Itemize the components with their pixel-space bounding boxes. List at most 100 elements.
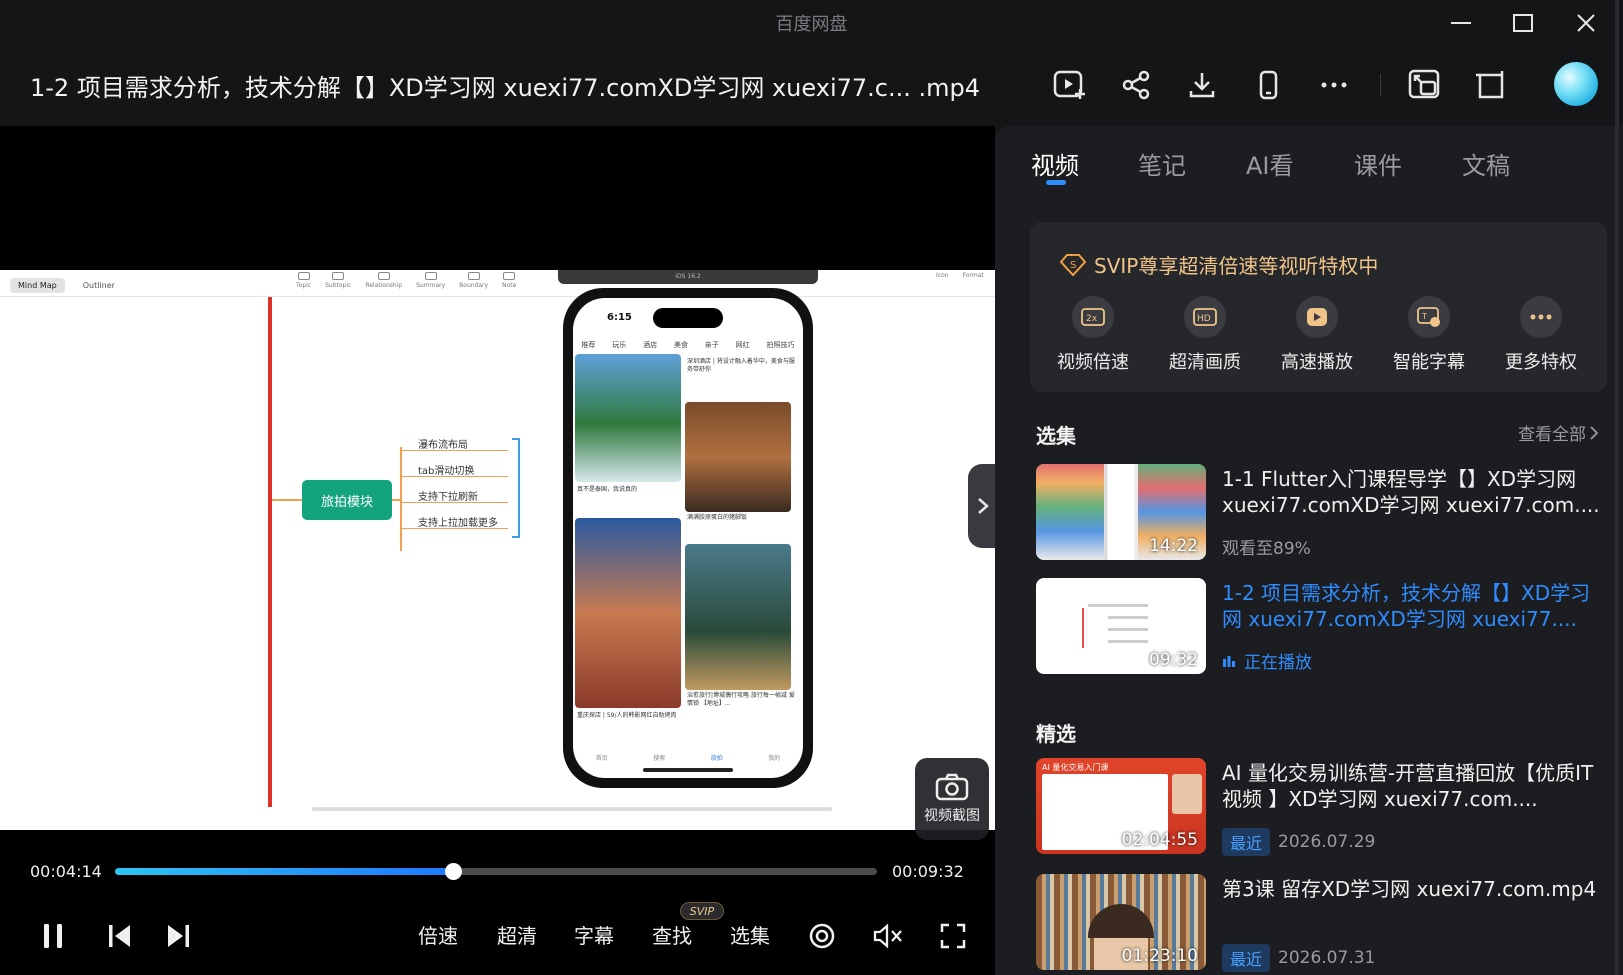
more-icon — [1520, 296, 1562, 338]
perk-hd[interactable]: HD 超清画质 — [1160, 296, 1250, 374]
pause-button[interactable] — [31, 914, 75, 958]
send-to-phone-button[interactable] — [1245, 62, 1291, 108]
tab-courseware[interactable]: 课件 — [1354, 146, 1402, 181]
connector — [272, 499, 302, 501]
hd-icon: HD — [1184, 296, 1226, 338]
screenshot-button[interactable]: 视频截图 — [915, 758, 989, 840]
mini-window-button[interactable] — [1468, 62, 1514, 108]
mindmap-tool: Relationship — [365, 272, 402, 289]
panel-scrollbar[interactable] — [1615, 0, 1619, 975]
phone-tab: 网红 — [735, 341, 750, 349]
maximize-icon — [1513, 14, 1533, 32]
recent-badge: 最近 — [1222, 828, 1271, 856]
mindmap-leaf: tab滑动切换 — [418, 466, 475, 477]
tab-notes[interactable]: 笔记 — [1138, 146, 1186, 181]
speed-button[interactable]: 倍速 — [418, 920, 458, 949]
mindmap-main-node: 旅拍模块 — [302, 480, 392, 520]
perk-ai-subtitle[interactable]: T 智能字幕 — [1384, 296, 1474, 374]
quality-button[interactable]: 超清 — [497, 920, 537, 949]
speed-2x-icon: 2x — [1072, 296, 1114, 338]
recent-badge: 最近 — [1222, 944, 1271, 972]
floating-play-button[interactable] — [1047, 62, 1093, 108]
tab-ai-view[interactable]: AI看 — [1246, 146, 1294, 181]
user-avatar[interactable] — [1554, 62, 1598, 106]
tab-video[interactable]: 视频 — [1031, 146, 1079, 181]
maximize-button[interactable] — [1492, 0, 1554, 46]
episode-item-current[interactable]: 09:32 1-2 项目需求分析，技术分解【】XD学习网 xuexi77.com… — [1036, 578, 1606, 676]
feed-image — [575, 354, 681, 482]
skip-next-icon — [168, 925, 189, 947]
more-button[interactable] — [1311, 62, 1357, 108]
more-icon — [1321, 82, 1347, 88]
thumbnail-caption: AI 量化交易入门课 — [1042, 763, 1109, 772]
share-icon — [1122, 70, 1150, 100]
svip-title: SVIP尊享超清倍速等视听特权中 — [1094, 254, 1379, 278]
mindmap-leaf: 支持上拉加载更多 — [418, 518, 498, 529]
mindmap-tabs: Mind Map Outliner — [10, 278, 123, 293]
minimize-button[interactable] — [1430, 0, 1492, 46]
progress-fill — [115, 868, 454, 875]
featured-title: AI 量化交易训练营-开营直播回放【优质IT视频 】XD学习网 xuexi77.… — [1222, 761, 1594, 811]
mindmap-leaf: 瀑布流布局 — [418, 440, 468, 451]
next-button[interactable] — [157, 914, 201, 958]
screenshot-label: 视频截图 — [924, 808, 980, 824]
fullscreen-button[interactable] — [931, 914, 975, 958]
featured-date: 2026.07.31 — [1278, 948, 1376, 968]
mindmap-tool: Note — [502, 272, 516, 289]
current-time: 00:04:14 — [30, 862, 102, 881]
progress-bar[interactable] — [115, 863, 877, 880]
previous-button[interactable] — [97, 914, 141, 958]
perk-more[interactable]: 更多特权 — [1496, 296, 1586, 374]
expand-panel-button[interactable] — [968, 464, 998, 548]
phone-tab: 酒店 — [643, 341, 658, 349]
perk-speed[interactable]: 2x 视频倍速 — [1048, 296, 1138, 374]
settings-button[interactable] — [800, 914, 844, 958]
svg-text:S: S — [1070, 260, 1076, 271]
mindmap-tool: Subtopic — [325, 272, 351, 289]
camera-icon — [935, 773, 969, 801]
see-all-link[interactable]: 查看全部 — [1518, 420, 1598, 445]
download-button[interactable] — [1179, 62, 1225, 108]
phone-icon — [1259, 70, 1278, 100]
featured-duration: 02:04:55 — [1121, 830, 1198, 850]
download-icon — [1189, 73, 1215, 98]
mindmap-tool: Summary — [416, 272, 445, 289]
tab-transcript[interactable]: 文稿 — [1462, 146, 1510, 181]
leaf-underline — [400, 502, 508, 503]
phone-tab: 美食 — [673, 341, 688, 349]
phone-nav-item: 我的 — [768, 755, 781, 762]
leaf-underline — [400, 528, 508, 529]
simulator-bar: iOS 16.2 — [558, 270, 818, 284]
feed-caption: 治愈旅行|博城偶行攻略 旅行每一帧减 爱情锁 【地址】... — [687, 692, 795, 707]
picture-in-picture-button[interactable] — [1402, 62, 1448, 108]
svip-diamond-icon: S — [1060, 253, 1086, 276]
share-button[interactable] — [1113, 62, 1159, 108]
mindmap-tool: Topic — [296, 272, 311, 289]
mute-button[interactable] — [866, 914, 910, 958]
mindmap-right-tools: Icon Format — [936, 272, 984, 279]
episode-duration: 14:22 — [1149, 536, 1198, 556]
app-title: 百度网盘 — [775, 14, 848, 35]
mindmap-icon-tool: Icon — [936, 272, 949, 279]
perk-fast-play[interactable]: 高速播放 — [1272, 296, 1362, 374]
phone-nav-item: 首页 — [595, 755, 608, 762]
volume-muted-icon — [873, 923, 902, 949]
featured-item[interactable]: AI 量化交易入门课 02:04:55 AI 量化交易训练营-开营直播回放【优质… — [1036, 758, 1606, 856]
phone-nav-item: 旅拍 — [710, 755, 723, 762]
episode-item[interactable]: 14:22 1-1 Flutter入门课程导学【】XD学习网 xuexi77.c… — [1036, 464, 1606, 562]
feed-caption: 真不是泰国，我说真的 — [577, 486, 638, 493]
video-frame: Mind Map Outliner Topic Subtopic Relatio… — [0, 270, 995, 830]
mindmap-leaf: 支持下拉刷新 — [418, 492, 478, 503]
feed-caption: 重庆探店 | 59/人的韩影网红自助烤肉 — [577, 712, 677, 719]
fast-play-icon — [1296, 296, 1338, 338]
featured-thumbnail: AI 量化交易入门课 02:04:55 — [1036, 758, 1206, 854]
phone-tab: 推荐 — [581, 341, 596, 349]
episodes-button[interactable]: 选集 — [730, 920, 770, 949]
episode-thumbnail: 14:22 — [1036, 464, 1206, 560]
feed-image — [685, 402, 791, 512]
close-button[interactable] — [1555, 0, 1617, 46]
mindmap-tab: Mind Map — [10, 278, 65, 293]
search-button[interactable]: 查找 — [652, 920, 692, 949]
featured-item[interactable]: 01:23:10 第3课 留存XD学习网 xuexi77.com.mp4 最近 … — [1036, 874, 1606, 972]
subtitle-button[interactable]: 字幕 — [574, 920, 614, 949]
